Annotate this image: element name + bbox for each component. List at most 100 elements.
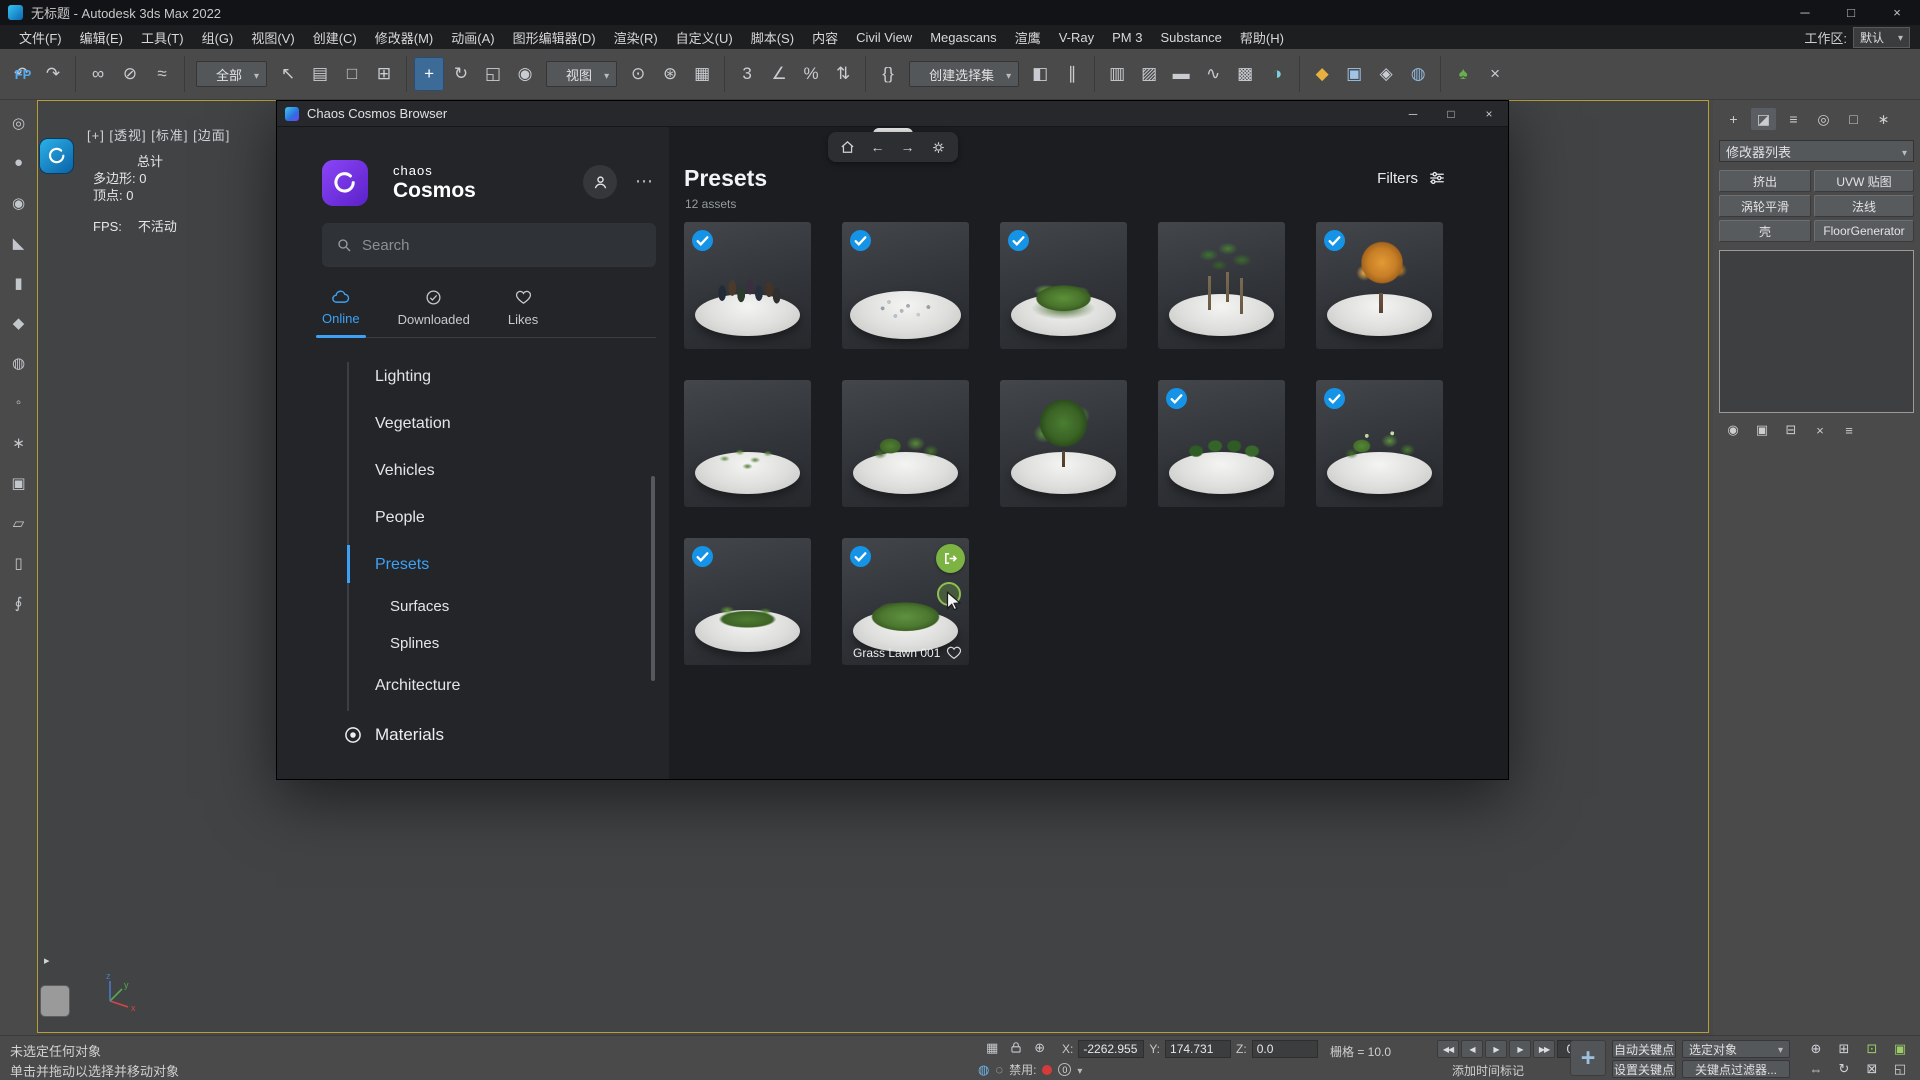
spiral-icon[interactable]: ◉ [6,190,32,215]
modifier-button[interactable]: UVW 贴图 [1814,170,1914,192]
forward-icon[interactable]: → [901,139,915,155]
menu-item[interactable]: 帮助(H) [1231,25,1293,49]
x-coordinate-field[interactable]: -2262.955 [1078,1040,1144,1058]
plugin-icon[interactable] [40,139,73,173]
check-badge-icon[interactable] [1324,388,1345,409]
check-badge-icon[interactable] [1166,388,1187,409]
menu-item[interactable]: 图形编辑器(D) [504,25,605,49]
asset-people-group[interactable] [684,222,811,349]
select-and-move-icon[interactable]: + [414,57,444,91]
asset-sparse-plants[interactable] [684,380,811,507]
cube-icon[interactable]: ▣ [6,470,32,495]
minimize-button[interactable]: ─ [1782,0,1828,25]
play-animation-icon[interactable]: ▶ [1485,1040,1507,1058]
keyboard-shortcut-override-icon[interactable]: ▦ [687,57,717,91]
modifier-button[interactable]: 壳 [1719,220,1811,242]
filters-button[interactable]: Filters [1377,169,1446,187]
menu-item[interactable]: Substance [1151,25,1230,49]
absolute-mode-icon[interactable]: ⊕ [1034,1040,1045,1056]
select-object-icon[interactable]: ↖ [273,57,303,91]
use-pivot-center-icon[interactable]: ⊙ [623,57,653,91]
auto-key-button[interactable]: 自动关键点 [1612,1040,1676,1058]
schematic-view-icon[interactable]: ▩ [1230,57,1260,91]
set-key-mode-button[interactable]: + [1570,1040,1606,1076]
modify-tab-icon[interactable]: ◪ [1751,108,1776,130]
pin-stack-icon[interactable]: ◉ [1723,421,1743,439]
toolbar-item[interactable] [1440,56,1441,92]
menu-item[interactable]: 自定义(U) [667,25,742,49]
tab-likes[interactable]: Likes [508,289,538,327]
align-icon[interactable]: ∥ [1057,57,1087,91]
cosmos-minimize-button[interactable]: ─ [1394,101,1432,127]
search-input[interactable] [362,237,642,254]
cosmos-close-button[interactable]: × [1470,101,1508,127]
snap-toggle-3d-icon[interactable]: 3 [732,57,762,91]
wheel-icon[interactable]: ◎ [6,110,32,135]
sidebar-scrollbar[interactable] [651,476,655,681]
check-badge-icon[interactable] [1324,230,1345,251]
home-icon[interactable] [840,140,855,155]
helix-icon[interactable]: ∮ [6,590,32,615]
previous-frame-icon[interactable]: ◀ [1461,1040,1483,1058]
z-coordinate-field[interactable]: 0.0 [1252,1040,1318,1058]
asset-grass-patch[interactable] [684,538,811,665]
menu-item[interactable]: V-Ray [1050,25,1103,49]
droplet-icon[interactable]: ◦ [6,390,32,415]
maximize-button[interactable]: □ [1828,0,1874,25]
render-production-icon[interactable]: ◈ [1371,57,1401,91]
teapot-icon[interactable]: ◆ [6,310,32,335]
close-button[interactable]: × [1874,0,1920,25]
security-icon[interactable]: ◍ [978,1062,989,1078]
menu-item[interactable]: 修改器(M) [366,25,443,49]
check-badge-icon[interactable] [1008,230,1029,251]
asset-autumn-tree[interactable] [1316,222,1443,349]
named-selection-sets-dropdown[interactable]: 创建选择集 [909,61,1019,87]
add-time-tag[interactable]: 添加时间标记 [1452,1062,1524,1079]
viewport-label[interactable]: [+] [透视] [标准] [边面] [87,125,230,144]
maximize-viewport-icon[interactable]: ◱ [1886,1059,1914,1079]
zoom-extents-all-icon[interactable]: ▣ [1886,1039,1914,1059]
color-swatch[interactable] [40,985,70,1017]
modifier-button[interactable]: 挤出 [1719,170,1811,192]
zoom-icon[interactable]: ⊕ [1802,1039,1830,1059]
menu-item[interactable]: 渲染(R) [605,25,667,49]
category-item[interactable]: Surfaces [277,588,669,625]
zoom-region-icon[interactable]: ⊠ [1858,1059,1886,1079]
toolbar-item[interactable] [724,56,725,92]
set-key-button[interactable]: 设置关键点 [1612,1060,1676,1078]
asset-pebbles[interactable] [842,222,969,349]
toolbar-item[interactable] [184,56,185,92]
menu-item[interactable]: Civil View [847,25,921,49]
asset-grass-dense[interactable] [1000,222,1127,349]
plane-icon[interactable]: ▱ [6,510,32,535]
toolbar-item[interactable] [865,56,866,92]
star-icon[interactable]: ∗ [6,430,32,455]
search-box[interactable] [322,223,656,267]
orbit-icon[interactable]: ↻ [1830,1059,1858,1079]
forest-tools-icon[interactable]: ♠ [1448,57,1478,91]
rectangular-selection-icon[interactable]: □ [337,57,367,91]
zero-badge[interactable]: 0 [1058,1063,1071,1076]
plugin-tool-icon[interactable]: × [1480,57,1510,91]
record-indicator-icon[interactable] [1042,1065,1052,1075]
tab-online[interactable]: Online [322,289,360,327]
menu-item[interactable]: 编辑(E) [71,25,132,49]
edit-named-selection-sets-icon[interactable]: {} [873,57,903,91]
create-tab-icon[interactable]: + [1721,108,1746,130]
display-tab-icon[interactable]: □ [1841,108,1866,130]
next-frame-icon[interactable]: ▶ [1509,1040,1531,1058]
spinner-snap-icon[interactable]: ⇅ [828,57,858,91]
category-item[interactable]: People [277,494,669,541]
rendered-frame-window-icon[interactable]: ▣ [1339,57,1369,91]
favorite-heart-icon[interactable] [946,645,962,661]
material-editor-icon[interactable]: ◑ [1262,57,1292,91]
category-item[interactable]: Architecture [277,662,669,709]
go-to-end-icon[interactable]: ▶▶ [1533,1040,1555,1058]
modifier-button[interactable]: FloorGenerator [1814,220,1914,242]
toolbar-item[interactable] [75,56,76,92]
user-avatar[interactable] [583,165,617,199]
menu-item[interactable]: PM 3 [1103,25,1151,49]
cosmos-maximize-button[interactable]: □ [1432,101,1470,127]
asset-hedges[interactable] [1158,380,1285,507]
menu-item[interactable]: 内容 [803,25,847,49]
